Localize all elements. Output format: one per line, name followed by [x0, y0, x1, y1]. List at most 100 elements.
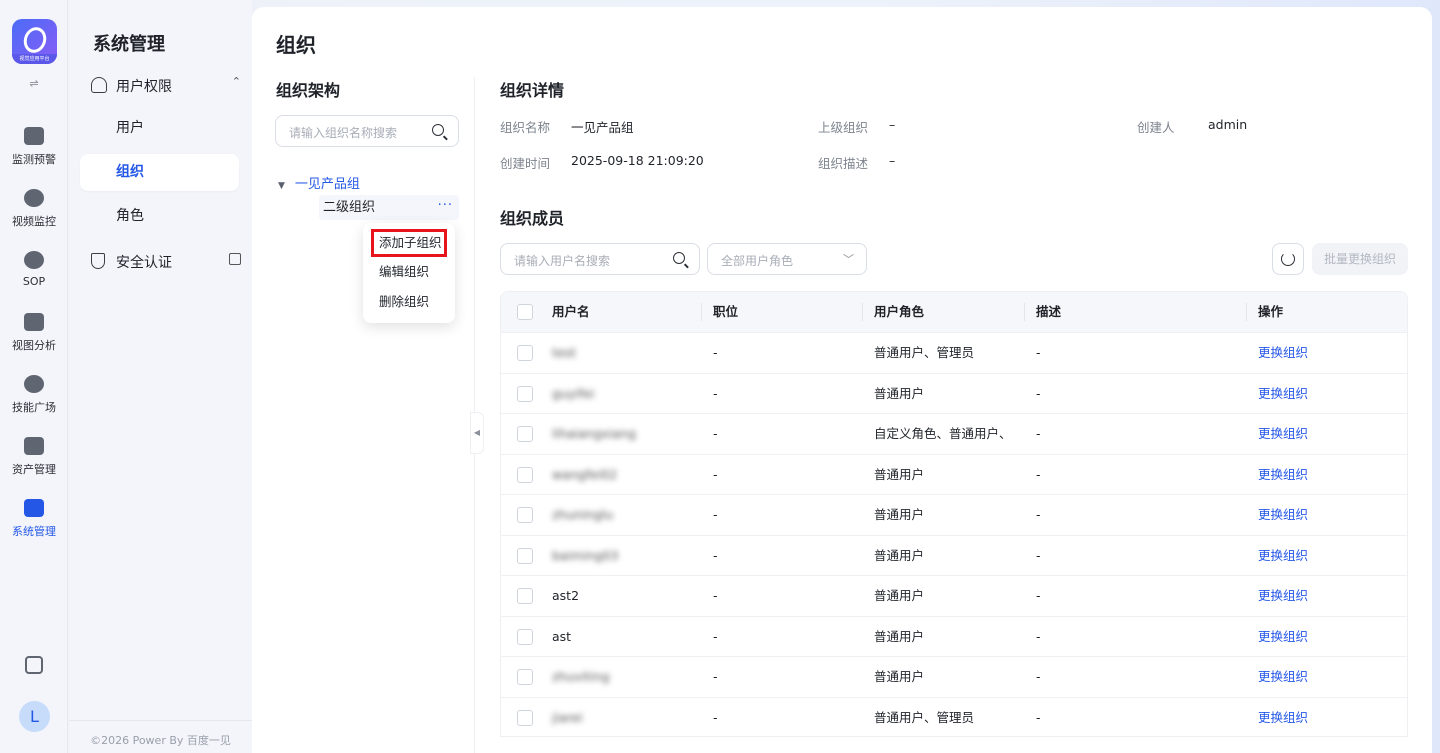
subnav-title: 系统管理: [93, 34, 165, 55]
change-org-link[interactable]: 更换组织: [1258, 698, 1308, 737]
tree-node-child[interactable]: 二级组织 ···: [319, 195, 459, 220]
rail-item-label: 监测预警: [12, 153, 56, 166]
field-org-desc: 组织描述 –: [818, 153, 895, 172]
change-org-link[interactable]: 更换组织: [1258, 414, 1308, 454]
field-value: –: [889, 153, 896, 168]
rail-item-label: 技能广场: [12, 401, 56, 414]
row-checkbox[interactable]: [517, 466, 533, 483]
row-checkbox[interactable]: [517, 588, 533, 604]
system-settings-icon: [24, 499, 44, 517]
external-link-icon: [229, 253, 241, 265]
table-row: wangfei02 - 普通用户 - 更换组织: [501, 453, 1407, 495]
org-search-input[interactable]: 请输入组织名称搜索: [275, 115, 459, 147]
row-checkbox[interactable]: [517, 345, 533, 361]
field-parent-org: 上级组织 –: [818, 117, 895, 136]
rail-item-sop[interactable]: SOP: [0, 251, 68, 307]
rail-item-label: 系统管理: [12, 525, 56, 538]
avatar[interactable]: L: [19, 701, 50, 732]
cell-roles: 普通用户: [874, 588, 925, 603]
rail-item-view-analysis[interactable]: 视图分析: [0, 313, 68, 369]
cell-desc: -: [1036, 345, 1041, 360]
table-row: ast2 - 普通用户 - 更换组织: [501, 575, 1407, 616]
refresh-icon: [1281, 252, 1295, 266]
row-checkbox[interactable]: [517, 547, 533, 564]
rail-item-skills[interactable]: 技能广场: [0, 375, 68, 431]
cell-desc: -: [1036, 709, 1041, 725]
col-username: 用户名: [552, 304, 590, 319]
rail-item-video[interactable]: 视频监控: [0, 189, 68, 245]
column-divider: [1246, 303, 1247, 321]
table-row: jiarei - 普通用户、管理员 - 更换组织: [501, 696, 1407, 737]
change-org-link[interactable]: 更换组织: [1258, 333, 1308, 373]
table-row: baiming03 - 普通用户 - 更换组织: [501, 534, 1407, 576]
schedule-icon[interactable]: [25, 656, 43, 674]
role-filter-select[interactable]: 全部用户角色 ﹀: [707, 243, 867, 275]
refresh-button[interactable]: [1272, 243, 1304, 275]
logo-caption: 视觉应用平台: [12, 54, 57, 64]
sop-icon: [24, 251, 44, 269]
change-org-link[interactable]: 更换组织: [1258, 455, 1308, 495]
batch-change-org-button[interactable]: 批量更换组织: [1312, 243, 1408, 275]
column-divider: [701, 303, 702, 321]
row-checkbox[interactable]: [517, 628, 533, 645]
copyright: ©2026 Power By 百度一见: [69, 720, 252, 748]
field-value: 2025-09-18 21:09:20: [571, 153, 704, 168]
field-label: 创建时间: [500, 156, 551, 171]
nav-item-security[interactable]: 安全认证: [91, 251, 241, 271]
rail-item-label: 视图分析: [12, 339, 56, 352]
tree-node-label: 二级组织: [323, 200, 376, 215]
cell-position: -: [713, 426, 718, 441]
change-org-link[interactable]: 更换组织: [1258, 617, 1308, 657]
row-checkbox[interactable]: [517, 709, 533, 726]
tree-node-label: 一见产品组: [294, 177, 360, 192]
rail-toggle-icon[interactable]: ⇌: [26, 77, 42, 91]
cell-username: wangfei02: [552, 466, 618, 482]
rail-item-assets[interactable]: 资产管理: [0, 437, 68, 493]
change-org-link[interactable]: 更换组织: [1258, 374, 1308, 414]
cell-position: -: [713, 669, 718, 684]
row-checkbox[interactable]: [517, 507, 533, 523]
cell-username: jiarei: [552, 709, 583, 725]
change-org-link[interactable]: 更换组织: [1258, 536, 1308, 576]
app-rail: 视觉应用平台 ⇌ 监测预警 视频监控 SOP 视图分析 技能广场 资产管理 系统…: [0, 0, 68, 753]
field-value: admin: [1208, 117, 1248, 132]
detail-title: 组织详情: [500, 81, 565, 100]
column-divider: [862, 303, 863, 321]
field-creator: 创建人 admin: [1137, 117, 1247, 136]
rail-item-monitoring[interactable]: 监测预警: [0, 127, 68, 183]
select-all-checkbox[interactable]: [517, 304, 533, 320]
nav-item-roles[interactable]: 角色: [80, 198, 239, 235]
search-placeholder: 请输入组织名称搜索: [289, 126, 398, 140]
row-checkbox[interactable]: [517, 669, 533, 685]
nav-item-users[interactable]: 用户: [80, 110, 239, 147]
user-search-input[interactable]: 请输入用户名搜索: [500, 243, 700, 275]
app-logo[interactable]: 视觉应用平台: [12, 19, 57, 64]
menu-item-delete[interactable]: 删除组织: [371, 289, 447, 317]
tree-node-root[interactable]: ▼ 一见产品组: [278, 173, 360, 192]
context-menu: 添加子组织 编辑组织 删除组织: [363, 223, 455, 323]
search-icon[interactable]: [673, 252, 685, 264]
row-checkbox[interactable]: [517, 426, 533, 442]
change-org-link[interactable]: 更换组织: [1258, 576, 1308, 616]
members-table: 用户名 职位 用户角色 描述 操作 test - 普通用户、管理员 - 更换组织 guyi…: [500, 291, 1408, 737]
more-icon[interactable]: ···: [438, 193, 453, 218]
menu-item-add-child[interactable]: 添加子组织: [371, 229, 447, 257]
collapse-panel-handle[interactable]: ◀: [470, 412, 484, 454]
nav-group-label: 用户权限: [116, 79, 172, 95]
row-checkbox[interactable]: [517, 385, 533, 402]
change-org-link[interactable]: 更换组织: [1258, 495, 1308, 535]
search-icon[interactable]: [432, 124, 444, 136]
cell-desc: -: [1036, 588, 1041, 603]
change-org-link[interactable]: 更换组织: [1258, 657, 1308, 697]
nav-item-label: 安全认证: [116, 255, 172, 271]
cell-position: -: [713, 507, 718, 522]
nav-item-organization[interactable]: 组织: [80, 154, 239, 191]
table-row: ast - 普通用户 - 更换组织: [501, 615, 1407, 657]
table-row: zhuviting - 普通用户 - 更换组织: [501, 656, 1407, 697]
rail-item-label: SOP: [22, 275, 46, 288]
rail-item-system[interactable]: 系统管理: [0, 499, 68, 555]
caret-down-icon[interactable]: ▼: [278, 181, 285, 191]
cell-desc: -: [1036, 669, 1041, 684]
menu-item-edit[interactable]: 编辑组织: [371, 259, 447, 287]
nav-group-user-permissions[interactable]: 用户权限 ⌃: [91, 75, 241, 95]
